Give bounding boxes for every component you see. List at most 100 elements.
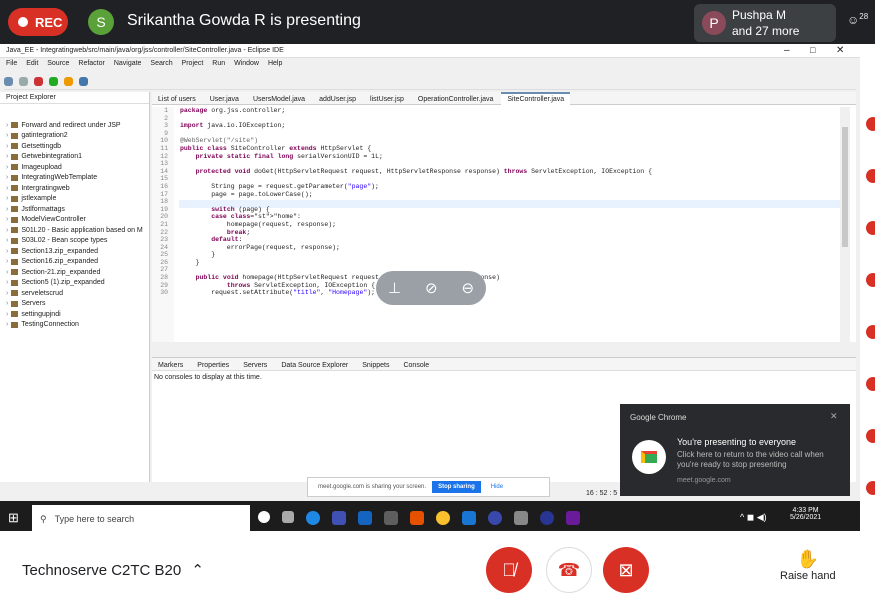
notice-source: meet.google.com <box>677 477 731 484</box>
windows-start-icon[interactable]: ⊞ <box>8 510 19 526</box>
close-icon[interactable]: ✕ <box>836 45 844 56</box>
project-item[interactable]: › serveletscrud <box>6 288 149 299</box>
project-item[interactable]: › Getwebintegration1 <box>6 152 149 163</box>
project-item[interactable]: › S03L02 - Bean scope types <box>6 236 149 247</box>
console-tab[interactable]: Console <box>397 360 435 371</box>
project-label: Getsettingdb <box>21 142 62 150</box>
chrome-icon[interactable] <box>436 511 450 525</box>
mail-icon[interactable] <box>358 511 372 525</box>
presenting-text: Srikantha Gowda R is presenting <box>127 12 361 29</box>
app4-icon[interactable] <box>514 511 528 525</box>
project-item[interactable]: › Servers <box>6 299 149 310</box>
microphone-off-button[interactable]: 🎙̸ <box>486 547 532 593</box>
app3-icon[interactable] <box>488 511 502 525</box>
console-tab[interactable]: Data Source Explorer <box>275 360 354 371</box>
project-item[interactable]: › Section5 (1).zip_expanded <box>6 278 149 289</box>
menu-search[interactable]: Search <box>150 60 172 67</box>
line-number: 17 <box>160 190 168 198</box>
project-item[interactable]: › S01L20 - Basic application based on M <box>6 225 149 236</box>
code-line: default: <box>211 236 243 244</box>
editor-tab[interactable]: UsersModel.java <box>247 94 311 105</box>
project-item[interactable]: › Section13.zip_expanded <box>6 246 149 257</box>
tool-icon[interactable] <box>64 77 73 86</box>
camera-off-button[interactable]: ⊠ <box>603 547 649 593</box>
new-icon[interactable] <box>4 77 13 86</box>
raise-hand-button[interactable]: ✋ Raise hand <box>780 549 836 582</box>
console-tab[interactable]: Snippets <box>356 360 395 371</box>
project-item[interactable]: › settingupjndi <box>6 309 149 320</box>
editor-tab[interactable]: listUser.jsp <box>364 94 410 105</box>
run-icon[interactable] <box>49 77 58 86</box>
menu-project[interactable]: Project <box>182 60 204 67</box>
presenter-avatar: S <box>88 9 114 35</box>
menu-refactor[interactable]: Refactor <box>78 60 104 67</box>
project-label: Section5 (1).zip_expanded <box>21 279 105 287</box>
app-icon[interactable] <box>332 511 346 525</box>
console-tab[interactable]: Servers <box>237 360 273 371</box>
app5-icon[interactable] <box>540 511 554 525</box>
cortana-icon[interactable] <box>258 511 270 523</box>
app2-icon[interactable] <box>410 511 424 525</box>
project-item[interactable]: › Forward and redirect under JSP <box>6 120 149 131</box>
editor-tab[interactable]: SiteController.java <box>501 92 571 105</box>
meeting-details-button[interactable]: Technoserve C2TC B20 ⌃ <box>22 561 204 579</box>
menu-source[interactable]: Source <box>47 60 69 67</box>
menu-file[interactable]: File <box>6 60 17 67</box>
project-explorer-tab[interactable]: Project Explorer <box>0 92 149 104</box>
editor-tab[interactable]: List of users <box>152 94 202 105</box>
zoom-icon[interactable] <box>462 511 476 525</box>
leave-call-button[interactable]: ☎ <box>546 547 592 593</box>
search-tool-icon[interactable] <box>79 77 88 86</box>
console-tab[interactable]: Properties <box>191 360 235 371</box>
project-item[interactable]: › Getsettingdb <box>6 141 149 152</box>
menu-window[interactable]: Window <box>234 60 259 67</box>
project-item[interactable]: › jstlexample <box>6 194 149 205</box>
eclipse-icon[interactable] <box>566 511 580 525</box>
minimize-icon[interactable]: – <box>784 45 790 56</box>
code-text[interactable]: package org.jss.controller; import java.i… <box>180 107 652 297</box>
remove-icon[interactable]: ⊖ <box>461 279 474 297</box>
project-item[interactable]: › Imageupload <box>6 162 149 173</box>
line-number: 26 <box>160 258 168 266</box>
chrome-notification[interactable]: Google Chrome ✕ You're presenting to eve… <box>620 404 850 496</box>
maximize-icon[interactable]: □ <box>810 45 815 55</box>
stop-sharing-button[interactable]: Stop sharing <box>432 481 481 493</box>
taskbar-search[interactable]: ⚲ Type here to search <box>32 505 250 531</box>
task-view-icon[interactable] <box>282 511 294 523</box>
project-item[interactable]: › IntegratingWebTemplate <box>6 173 149 184</box>
editor-tab[interactable]: addUser.jsp <box>313 94 362 105</box>
project-item[interactable]: › ModelViewController <box>6 215 149 226</box>
pin-icon[interactable]: ⊥ <box>388 279 401 297</box>
store-icon[interactable] <box>384 511 398 525</box>
participant-preview[interactable]: P Pushpa M and 27 more <box>694 4 836 42</box>
menu-navigate[interactable]: Navigate <box>114 60 142 67</box>
project-item[interactable]: › TestingConnection <box>6 320 149 331</box>
window-title: Java_EE - Integratingweb/src/main/java/o… <box>6 47 284 54</box>
project-item[interactable]: › gatintegration2 <box>6 131 149 142</box>
project-folder-icon <box>11 174 19 181</box>
project-label: Getwebintegration1 <box>21 153 83 161</box>
project-item[interactable]: › Jstlformattags <box>6 204 149 215</box>
eclipse-title-bar: Java_EE - Integratingweb/src/main/java/o… <box>0 44 860 58</box>
tray-icons[interactable]: ^ ◼ ◀) <box>740 512 767 523</box>
notice-close-icon[interactable]: ✕ <box>830 411 838 422</box>
editor-tab[interactable]: OperationController.java <box>412 94 500 105</box>
hide-button[interactable]: Hide <box>491 484 503 490</box>
people-button[interactable]: ☺28 <box>847 12 868 27</box>
project-item[interactable]: › Section-21.zip_expanded <box>6 267 149 278</box>
debug-icon[interactable] <box>34 77 43 86</box>
editor-scrollbar[interactable] <box>840 107 850 342</box>
edge-icon[interactable] <box>306 511 320 525</box>
meet-top-bar: REC S Srikantha Gowda R is presenting P … <box>0 0 875 44</box>
project-item[interactable]: › Section16.zip_expanded <box>6 257 149 268</box>
editor-tab[interactable]: User.java <box>204 94 245 105</box>
project-item[interactable]: › Intergratingweb <box>6 183 149 194</box>
clock[interactable]: 4:33 PM 5/26/2021 <box>790 507 821 521</box>
menu-edit[interactable]: Edit <box>26 60 38 67</box>
menu-run[interactable]: Run <box>212 60 225 67</box>
menu-help[interactable]: Help <box>268 60 282 67</box>
project-label: Section16.zip_expanded <box>21 258 99 266</box>
console-tab[interactable]: Markers <box>152 360 189 371</box>
mute-icon[interactable]: ⊘ <box>425 279 438 297</box>
save-icon[interactable] <box>19 77 28 86</box>
